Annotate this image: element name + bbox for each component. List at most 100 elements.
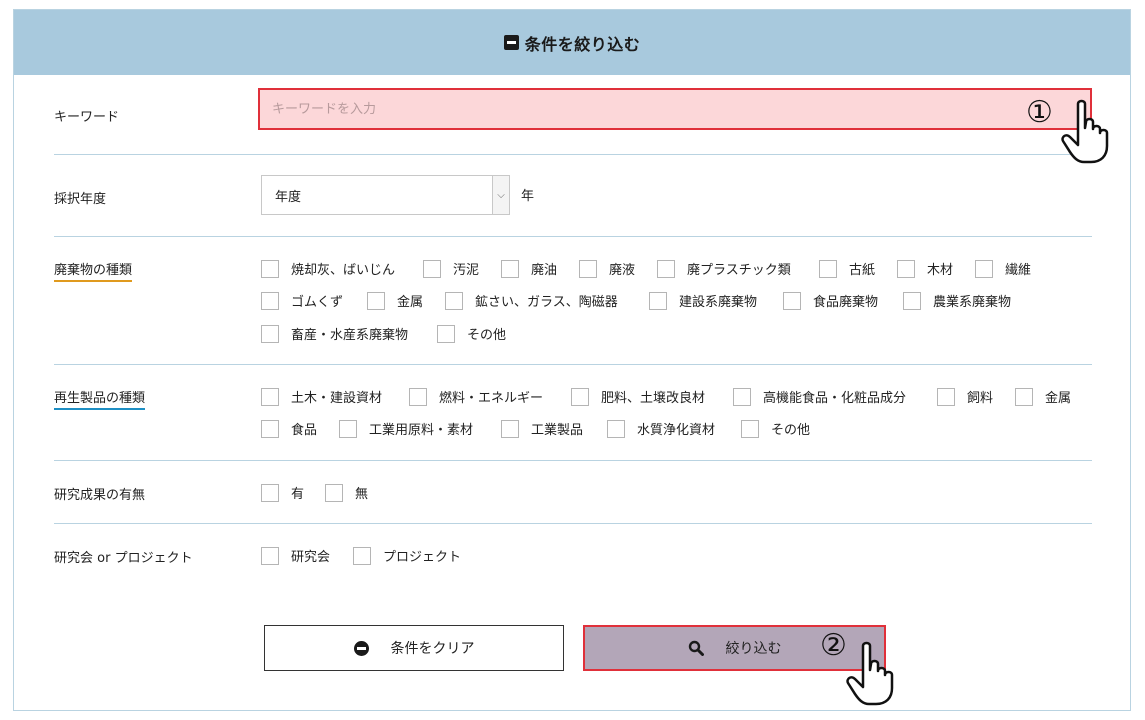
checkbox-recycled-construction[interactable]: 土木・建設資材 — [261, 387, 382, 406]
option-label: 研究会 — [291, 550, 331, 565]
checkbox-recycled-food[interactable]: 食品 — [261, 419, 317, 438]
checkbox-box[interactable] — [975, 259, 993, 278]
checkbox-waste-ash[interactable]: 焼却灰、ばいじん — [261, 259, 395, 278]
checkbox-waste-other[interactable]: その他 — [437, 324, 506, 343]
checkbox-box[interactable] — [607, 419, 625, 438]
year-select[interactable]: 年度 ⌵ — [261, 175, 510, 215]
checkbox-waste-food[interactable]: 食品廃棄物 — [783, 291, 878, 310]
option-label: 有 — [291, 487, 305, 502]
checkbox-type-project[interactable]: プロジェクト — [353, 546, 461, 565]
option-label: その他 — [467, 328, 507, 343]
checkbox-waste-liquid[interactable]: 廃液 — [579, 259, 635, 278]
checkbox-box[interactable] — [733, 387, 751, 406]
checkbox-box[interactable] — [1015, 387, 1033, 406]
checkbox-recycled-functional-food[interactable]: 高機能食品・化粧品成分 — [733, 387, 906, 406]
checkbox-recycled-fertilizer[interactable]: 肥料、土壌改良材 — [571, 387, 705, 406]
minus-circle-icon — [353, 640, 369, 656]
panel-title: 条件を絞り込む — [524, 34, 641, 54]
year-label: 採択年度 — [54, 192, 107, 207]
option-label: 工業用原料・素材 — [369, 423, 474, 438]
clear-conditions-button[interactable]: 条件をクリア — [264, 625, 564, 671]
checkbox-box[interactable] — [649, 291, 667, 310]
checkbox-box[interactable] — [501, 259, 519, 278]
checkbox-box[interactable] — [261, 483, 279, 502]
checkbox-recycled-metal[interactable]: 金属 — [1015, 387, 1071, 406]
checkbox-box[interactable] — [353, 546, 371, 565]
checkbox-box[interactable] — [579, 259, 597, 278]
checkbox-box[interactable] — [325, 483, 343, 502]
option-label: 肥料、土壌改良材 — [601, 391, 706, 406]
recycled-type-row: 再生製品の種類 土木・建設資材 燃料・エネルギー 肥料、土壌改良材 高機能食品・… — [54, 365, 1092, 461]
option-label: 廃液 — [609, 263, 636, 278]
checkbox-waste-sludge[interactable]: 汚泥 — [423, 259, 479, 278]
checkbox-box[interactable] — [437, 324, 455, 343]
chevron-down-icon[interactable]: ⌵ — [492, 176, 509, 214]
checkbox-box[interactable] — [261, 291, 279, 310]
checkbox-box[interactable] — [783, 291, 801, 310]
results-row: 研究成果の有無 有 無 — [54, 461, 1092, 524]
checkbox-waste-slag[interactable]: 鉱さい、ガラス、陶磁器 — [445, 291, 618, 310]
option-label: ゴムくず — [291, 295, 344, 310]
checkbox-waste-livestock[interactable]: 畜産・水産系廃棄物 — [261, 324, 408, 343]
recycled-type-label: 再生製品の種類 — [54, 387, 146, 410]
checkbox-recycled-other[interactable]: その他 — [741, 419, 810, 438]
year-row: 採択年度 年度 ⌵ 年 — [54, 155, 1092, 237]
checkbox-waste-paper[interactable]: 古紙 — [819, 259, 875, 278]
checkbox-waste-construction[interactable]: 建設系廃棄物 — [649, 291, 757, 310]
checkbox-waste-metal[interactable]: 金属 — [367, 291, 423, 310]
checkbox-waste-oil[interactable]: 廃油 — [501, 259, 557, 278]
checkbox-recycled-fuel[interactable]: 燃料・エネルギー — [409, 387, 543, 406]
option-label: プロジェクト — [383, 550, 462, 565]
checkbox-box[interactable] — [367, 291, 385, 310]
option-label: 工業製品 — [531, 423, 584, 438]
option-label: 無 — [355, 487, 369, 502]
checkbox-recycled-industrial-product[interactable]: 工業製品 — [501, 419, 583, 438]
option-label: 建設系廃棄物 — [679, 295, 758, 310]
checkbox-waste-fiber[interactable]: 繊維 — [975, 259, 1031, 278]
search-icon — [688, 640, 704, 656]
checkbox-box[interactable] — [445, 291, 463, 310]
results-label: 研究成果の有無 — [54, 488, 146, 503]
option-label: 金属 — [397, 295, 424, 310]
checkbox-results-no[interactable]: 無 — [325, 483, 368, 502]
checkbox-waste-plastic[interactable]: 廃プラスチック類 — [657, 259, 791, 278]
checkbox-waste-rubber[interactable]: ゴムくず — [261, 291, 343, 310]
checkbox-recycled-industrial-material[interactable]: 工業用原料・素材 — [339, 419, 473, 438]
checkbox-box[interactable] — [903, 291, 921, 310]
panel-header[interactable]: 条件を絞り込む — [14, 10, 1130, 75]
checkbox-results-yes[interactable]: 有 — [261, 483, 304, 502]
checkbox-type-study-group[interactable]: 研究会 — [261, 546, 330, 565]
option-label: 汚泥 — [453, 263, 480, 278]
checkbox-box[interactable] — [261, 546, 279, 565]
checkbox-box[interactable] — [261, 259, 279, 278]
checkbox-box[interactable] — [657, 259, 675, 278]
checkbox-box[interactable] — [571, 387, 589, 406]
checkbox-box[interactable] — [741, 419, 759, 438]
option-label: 金属 — [1045, 391, 1072, 406]
checkbox-recycled-water[interactable]: 水質浄化資材 — [607, 419, 715, 438]
checkbox-box[interactable] — [339, 419, 357, 438]
option-label: 燃料・エネルギー — [439, 391, 544, 406]
checkbox-box[interactable] — [409, 387, 427, 406]
keyword-input[interactable] — [258, 88, 1092, 130]
checkbox-recycled-feed[interactable]: 飼料 — [937, 387, 993, 406]
option-label: 飼料 — [967, 391, 994, 406]
checkbox-box[interactable] — [423, 259, 441, 278]
option-label: 繊維 — [1005, 263, 1032, 278]
checkbox-waste-wood[interactable]: 木材 — [897, 259, 953, 278]
option-label: 鉱さい、ガラス、陶磁器 — [475, 295, 618, 310]
waste-type-label: 廃棄物の種類 — [54, 259, 133, 282]
step-1-badge: ① — [1026, 95, 1053, 130]
checkbox-box[interactable] — [501, 419, 519, 438]
checkbox-box[interactable] — [261, 387, 279, 406]
checkbox-waste-agriculture[interactable]: 農業系廃棄物 — [903, 291, 1011, 310]
checkbox-box[interactable] — [261, 324, 279, 343]
checkbox-box[interactable] — [261, 419, 279, 438]
checkbox-box[interactable] — [897, 259, 915, 278]
filter-button-label: 絞り込む — [725, 641, 782, 657]
project-type-row: 研究会 or プロジェクト 研究会 プロジェクト — [54, 524, 1092, 594]
checkbox-box[interactable] — [937, 387, 955, 406]
checkbox-box[interactable] — [819, 259, 837, 278]
option-label: 木材 — [927, 263, 954, 278]
option-label: 土木・建設資材 — [291, 391, 383, 406]
